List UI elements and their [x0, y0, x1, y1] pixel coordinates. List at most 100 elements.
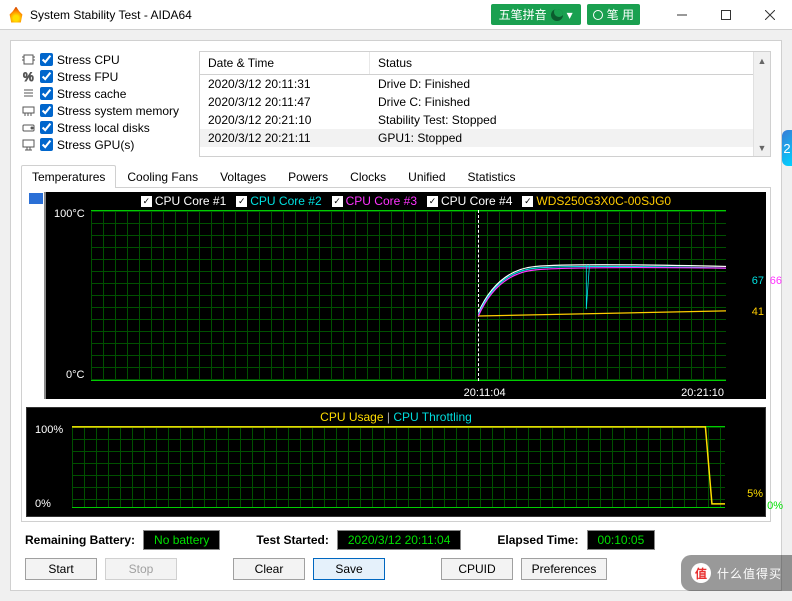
tab-clocks[interactable]: Clocks: [339, 165, 397, 188]
stress-checkbox-0[interactable]: [40, 53, 53, 66]
log-status: Drive D: Finished: [370, 75, 770, 93]
tab-cooling-fans[interactable]: Cooling Fans: [116, 165, 209, 188]
temp-x1: 20:21:10: [681, 387, 724, 399]
stress-item-1: % Stress FPU: [21, 68, 191, 85]
col-status[interactable]: Status: [370, 52, 770, 74]
col-datetime[interactable]: Date & Time: [200, 52, 370, 74]
legend-item-2[interactable]: CPU Core #3: [332, 194, 417, 208]
log-datetime: 2020/3/12 20:11:47: [200, 93, 370, 111]
cpu-usage-chart: CPU Usage | CPU Throttling 100% 0% 5% 0%: [26, 407, 766, 517]
trace-cpu-cores: [91, 210, 726, 381]
percent-icon: %: [21, 69, 36, 84]
log-status: GPU1: Stopped: [370, 129, 770, 147]
tab-voltages[interactable]: Voltages: [209, 165, 277, 188]
minimize-button[interactable]: [660, 1, 704, 29]
usage-legend: CPU Usage | CPU Throttling: [27, 408, 765, 426]
started-label: Test Started:: [256, 533, 328, 547]
ime-indicator[interactable]: 五笔拼音 ▾: [491, 4, 581, 25]
stress-label-1: Stress FPU: [57, 70, 118, 84]
legend-label: CPU Core #3: [346, 194, 417, 208]
elapsed-value: 00:10:05: [587, 530, 656, 550]
legend-label: CPU Core #2: [250, 194, 321, 208]
ime-name: 五笔拼音: [499, 6, 547, 23]
legend-checkbox-icon[interactable]: [522, 196, 533, 207]
preferences-button[interactable]: Preferences: [521, 558, 607, 580]
side-tab[interactable]: 2: [782, 130, 792, 166]
ime-caret: ▾: [567, 8, 573, 22]
log-datetime: 2020/3/12 20:21:11: [200, 129, 370, 147]
stress-checkbox-4[interactable]: [40, 121, 53, 134]
watermark-logo-icon: [691, 563, 711, 583]
log-datetime: 2020/3/12 20:11:31: [200, 75, 370, 93]
ime-sub-text: 笔 用: [607, 6, 634, 23]
legend-checkbox-icon[interactable]: [141, 196, 152, 207]
maximize-button[interactable]: [704, 1, 748, 29]
tab-unified[interactable]: Unified: [397, 165, 456, 188]
log-status: Stability Test: Stopped: [370, 111, 770, 129]
stress-label-4: Stress local disks: [57, 121, 150, 135]
legend-item-3[interactable]: CPU Core #4: [427, 194, 512, 208]
temp-end-66: 66: [770, 275, 782, 287]
status-row: Remaining Battery: No battery Test Start…: [21, 522, 771, 554]
legend-item-1[interactable]: CPU Core #2: [236, 194, 321, 208]
usage-end-5: 5%: [747, 488, 763, 500]
stress-label-0: Stress CPU: [57, 53, 120, 67]
log-row[interactable]: 2020/3/12 20:21:11 GPU1: Stopped: [200, 129, 770, 147]
ime-sub-indicator[interactable]: 笔 用: [587, 4, 640, 25]
legend-checkbox-icon[interactable]: [332, 196, 343, 207]
clear-button[interactable]: Clear: [233, 558, 305, 580]
battery-label: Remaining Battery:: [25, 533, 135, 547]
scroll-up-icon[interactable]: ▲: [754, 52, 770, 69]
stress-label-5: Stress GPU(s): [57, 138, 134, 152]
cpuid-button[interactable]: CPUID: [441, 558, 513, 580]
save-button[interactable]: Save: [313, 558, 385, 580]
watermark-text: 什么值得买: [717, 565, 782, 582]
stress-checkbox-5[interactable]: [40, 138, 53, 151]
log-status: Drive C: Finished: [370, 93, 770, 111]
throttle-end-0: 0%: [767, 500, 783, 512]
window-title: System Stability Test - AIDA64: [30, 8, 192, 22]
stress-options: Stress CPU% Stress FPU Stress cache Stre…: [21, 51, 191, 157]
log-row[interactable]: 2020/3/12 20:21:10 Stability Test: Stopp…: [200, 111, 770, 129]
close-button[interactable]: [748, 1, 792, 29]
legend-checkbox-icon[interactable]: [427, 196, 438, 207]
monitor-icon: [21, 137, 36, 152]
log-row[interactable]: 2020/3/12 20:11:47 Drive C: Finished: [200, 93, 770, 111]
scroll-down-icon[interactable]: ▼: [754, 139, 770, 156]
temp-end-67: 67: [752, 275, 764, 287]
tab-powers[interactable]: Powers: [277, 165, 339, 188]
log-table: Date & Time Status 2020/3/12 20:11:31 Dr…: [199, 51, 771, 157]
chart-tabs: TemperaturesCooling FansVoltagesPowersCl…: [21, 165, 771, 188]
elapsed-label: Elapsed Time:: [497, 533, 578, 547]
log-scrollbar[interactable]: ▲ ▼: [753, 52, 770, 156]
app-icon: [8, 7, 24, 23]
trace-cpu-usage: [72, 426, 725, 508]
temperature-chart: CPU Core #1 CPU Core #2 CPU Core #3 CPU Cor…: [26, 192, 766, 399]
watermark: 什么值得买: [681, 555, 792, 591]
tab-temperatures[interactable]: Temperatures: [21, 165, 116, 188]
chip-icon: [21, 52, 36, 67]
legend-label: CPU Core #4: [441, 194, 512, 208]
started-value: 2020/3/12 20:11:04: [337, 530, 462, 550]
legend-item-4[interactable]: WDS250G3X0C-00SJG0: [522, 194, 671, 208]
stress-checkbox-1[interactable]: [40, 70, 53, 83]
legend-checkbox-icon[interactable]: [236, 196, 247, 207]
temp-legend: CPU Core #1 CPU Core #2 CPU Core #3 CPU Cor…: [46, 192, 766, 210]
stop-button: Stop: [105, 558, 177, 580]
legend-cpu-throttling: CPU Throttling: [393, 410, 471, 424]
log-row[interactable]: 2020/3/12 20:11:31 Drive D: Finished: [200, 75, 770, 93]
stress-checkbox-2[interactable]: [40, 87, 53, 100]
disk-icon: [21, 120, 36, 135]
stress-item-4: Stress local disks: [21, 119, 191, 136]
tab-statistics[interactable]: Statistics: [457, 165, 527, 188]
legend-item-0[interactable]: CPU Core #1: [141, 194, 226, 208]
usage-ymin: 0%: [35, 498, 51, 510]
stress-item-5: Stress GPU(s): [21, 136, 191, 153]
client-area: Stress CPU% Stress FPU Stress cache Stre…: [10, 40, 782, 591]
stress-checkbox-3[interactable]: [40, 104, 53, 117]
start-button[interactable]: Start: [25, 558, 97, 580]
stress-item-3: Stress system memory: [21, 102, 191, 119]
stress-label-3: Stress system memory: [57, 104, 179, 118]
moon-icon: [551, 9, 563, 21]
sensor-indicator[interactable]: [29, 193, 43, 204]
